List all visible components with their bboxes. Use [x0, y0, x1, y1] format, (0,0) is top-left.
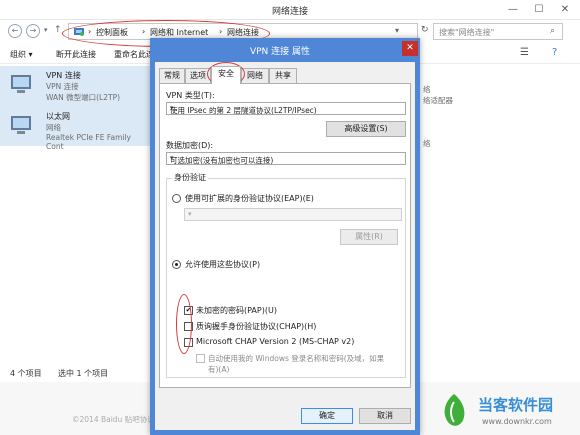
dialog-title: VPN 连接 属性 — [249, 47, 311, 57]
address-dropdown-icon[interactable]: ▾ — [395, 26, 399, 35]
connection-status: 网络 — [46, 123, 61, 132]
window-titlebar: 网络连接 — ☐ ✕ — [0, 0, 580, 20]
mschap-label: Microsoft CHAP Version 2 (MS-CHAP v2) — [196, 337, 355, 346]
connection-fragment: 络 — [423, 139, 431, 148]
auto-logon-checkbox[interactable] — [196, 354, 205, 363]
connection-fragment: 络适配器 — [423, 96, 453, 105]
watermark-name: 当客软件园 — [478, 396, 554, 414]
connection-device: Realtek PCIe FE Family Cont — [46, 133, 131, 151]
item-count: 4 个项目 — [10, 369, 42, 378]
vpn-properties-dialog: VPN 连接 属性 ✕ 常规 选项 安全 网络 共享 VPN 类型(T): 使用… — [150, 38, 420, 435]
search-input[interactable]: 搜索"网络连接" ⌕ — [433, 23, 563, 40]
copyright-text: ©2014 Baidu 贴吧协议 — [72, 415, 155, 424]
connection-item-ethernet[interactable]: 以太网 网络 Realtek PCIe FE Family Cont — [0, 108, 150, 151]
eap-properties-button[interactable]: 属性(R) — [340, 229, 398, 245]
ethernet-icon — [8, 112, 34, 138]
vpn-type-label: VPN 类型(T): — [166, 91, 215, 100]
annotation-circle-protocols — [176, 294, 192, 354]
allow-protocols-label: 允许使用这些协议(P) — [185, 260, 261, 269]
encryption-label: 数据加密(D): — [166, 141, 214, 150]
cancel-button[interactable]: 取消 — [359, 408, 411, 424]
tab-sharing[interactable]: 共享 — [269, 68, 297, 83]
auto-logon-label-line2: 有)(A) — [208, 365, 230, 374]
pap-label: 未加密的密码(PAP)(U) — [196, 306, 277, 315]
refresh-icon[interactable]: ↻ — [421, 25, 429, 35]
view-options-icon[interactable]: ☰ — [520, 47, 529, 58]
vpn-connection-icon — [8, 71, 34, 97]
up-arrow-icon[interactable]: ↑ — [54, 25, 62, 35]
tab-general[interactable]: 常规 — [159, 68, 185, 83]
connection-name: VPN 连接 — [46, 71, 81, 80]
chap-label: 质询握手身份验证协议(CHAP)(H) — [196, 322, 317, 331]
eap-radio[interactable] — [172, 194, 181, 203]
authentication-group-label: 身份验证 — [172, 172, 208, 183]
tab-networking[interactable]: 网络 — [241, 68, 269, 83]
advanced-settings-button[interactable]: 高级设置(S) — [326, 121, 406, 137]
forward-arrow-icon[interactable]: → — [26, 24, 40, 38]
selected-count: 选中 1 个项目 — [58, 369, 109, 378]
recent-dropdown-icon[interactable]: ▾ — [44, 26, 48, 34]
allow-protocols-radio[interactable] — [172, 260, 181, 269]
connection-name: 以太网 — [46, 112, 70, 121]
vpn-type-select[interactable]: 使用 IPsec 的第 2 层隧道协议(L2TP/IPsec) ▾ — [166, 102, 406, 115]
watermark-url: www.downkr.com — [482, 417, 552, 426]
chevron-down-icon: ▾ — [188, 210, 192, 218]
ok-button[interactable]: 确定 — [301, 408, 353, 424]
disconnect-button[interactable]: 断开此连接 — [56, 49, 96, 60]
watermark-logo-icon — [440, 392, 468, 428]
connection-fragment: 络 — [423, 85, 431, 94]
security-tab-panel: VPN 类型(T): 使用 IPsec 的第 2 层隧道协议(L2TP/IPse… — [159, 83, 411, 388]
tab-security[interactable]: 安全 — [211, 66, 241, 84]
search-icon: ⌕ — [550, 26, 556, 36]
chevron-down-icon: ▾ — [170, 104, 174, 112]
help-icon[interactable]: ? — [552, 47, 557, 58]
organize-menu[interactable]: 组织 ▾ — [10, 49, 33, 60]
dialog-close-icon[interactable]: ✕ — [402, 41, 418, 56]
screenshot: 网络连接 — ☐ ✕ ← → ▾ ↑ › 控制面板 › 网络和 Internet… — [0, 0, 580, 435]
close-button[interactable]: ✕ — [552, 0, 578, 20]
dialog-titlebar: VPN 连接 属性 ✕ — [150, 38, 420, 62]
encryption-select[interactable]: 可选加密(没有加密也可以连接) ▾ — [166, 152, 406, 165]
back-arrow-icon[interactable]: ← — [8, 24, 22, 38]
window-title: 网络连接 — [271, 7, 308, 17]
dialog-body: 常规 选项 安全 网络 共享 VPN 类型(T): 使用 IPsec 的第 2 … — [155, 62, 415, 430]
connection-device: WAN 微型端口(L2TP) — [46, 93, 121, 102]
auto-logon-label-line1: 自动使用我的 Windows 登录名称和密码(及域，如果 — [208, 354, 385, 363]
search-placeholder: 搜索"网络连接" — [439, 28, 495, 37]
eap-type-select[interactable]: ▾ — [184, 208, 402, 221]
chevron-down-icon: ▾ — [170, 154, 174, 162]
maximize-button[interactable]: ☐ — [526, 0, 552, 20]
eap-option-label: 使用可扩展的身份验证协议(EAP)(E) — [185, 194, 314, 203]
minimize-button[interactable]: — — [500, 0, 526, 20]
connection-status: VPN 连接 — [46, 82, 79, 91]
